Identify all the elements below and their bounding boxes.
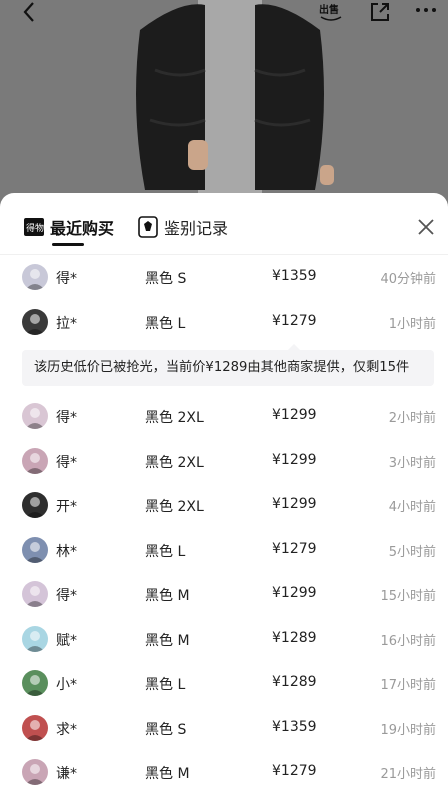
sku-label: 黑色 L (145, 543, 186, 560)
price-label: ¥1279 (272, 312, 317, 329)
buyer-name: 得* (56, 271, 77, 287)
buyer-name: 开* (56, 499, 77, 515)
purchase-row: 小* 黑色 L ¥1289 17小时前 (0, 661, 448, 706)
buyer-name: 得* (56, 454, 77, 471)
chevron-left-icon[interactable] (18, 0, 42, 24)
buyer-name: 谦* (56, 766, 77, 782)
buyer-name: 求* (56, 721, 77, 738)
share-icon[interactable] (368, 0, 392, 24)
price-label: ¥1299 (272, 451, 317, 468)
top-navigation-bar: 出售 (0, 0, 448, 24)
price-label: ¥1299 (272, 585, 317, 601)
close-icon[interactable] (416, 217, 436, 237)
price-label: ¥1279 (272, 763, 317, 779)
purchase-time: 15小时前 (380, 589, 436, 604)
price-label: ¥1289 (272, 674, 317, 690)
buyer-name: 赋* (56, 632, 77, 649)
purchase-time: 17小时前 (380, 678, 436, 693)
receipt-icon: 得物 (24, 218, 44, 236)
purchase-time: 21小时前 (380, 767, 436, 782)
tab-recent-purchases[interactable]: 得物 最近购买 (24, 215, 114, 239)
purchase-row: 谦* 黑色 M ¥1279 21小时前 (0, 750, 448, 795)
buyer-name: 林* (56, 543, 77, 560)
purchase-time: 5小时前 (388, 544, 436, 560)
sku-label: 黑色 L (145, 677, 186, 693)
purchase-time: 1小时前 (388, 316, 436, 332)
buyer-name: 得* (56, 410, 77, 426)
price-notice-wrapper: 该历史低价已被抢光，当前价¥1289由其他商家提供，仅剩15件 (0, 344, 448, 394)
avatar (22, 536, 48, 563)
sku-label: 黑色 M (145, 588, 190, 604)
active-tab-indicator (52, 243, 84, 246)
purchase-time: 4小时前 (388, 500, 436, 515)
sku-label: 黑色 L (145, 315, 186, 332)
price-label: ¥1289 (272, 629, 317, 646)
purchase-row: 拉* 黑色 L ¥1279 1小时前 (0, 300, 448, 345)
purchase-row: 求* 黑色 S ¥1359 19小时前 (0, 706, 448, 751)
buyer-name: 小* (56, 677, 77, 693)
avatar (22, 492, 48, 518)
sheet-tab-bar: 得物 最近购买 鉴别记录 (0, 193, 448, 255)
price-notice: 该历史低价已被抢光，当前价¥1289由其他商家提供，仅剩15件 (22, 344, 434, 386)
sell-label: 出售 (319, 3, 339, 16)
sku-label: 黑色 2XL (145, 499, 204, 515)
buyer-name: 拉* (56, 315, 77, 332)
sku-label: 黑色 S (145, 721, 187, 738)
purchase-time: 16小时前 (380, 633, 436, 649)
purchase-row: 得* 黑色 S ¥1359 40分钟前 (0, 255, 448, 300)
product-image-backdrop (0, 0, 448, 210)
avatar (22, 447, 48, 474)
avatar (22, 403, 48, 429)
tab-label: 鉴别记录 (164, 219, 229, 238)
purchase-time: 40分钟前 (380, 272, 436, 287)
tab-label: 最近购买 (50, 219, 115, 238)
recent-purchases-sheet: 得物 最近购买 鉴别记录 得* 黑色 S ¥1359 40分钟前拉* 黑色 L ¥1279… (0, 193, 448, 800)
buyer-name: 得* (56, 588, 77, 604)
svg-text:得物: 得物 (26, 222, 44, 234)
purchase-time: 19小时前 (380, 722, 436, 738)
purchase-row: 开* 黑色 2XL ¥1299 4小时前 (0, 483, 448, 528)
more-dots-icon[interactable] (414, 0, 438, 24)
avatar (22, 308, 48, 335)
avatar (22, 759, 48, 785)
purchase-row: 得* 黑色 2XL ¥1299 2小时前 (0, 394, 448, 439)
tab-authentication-records[interactable]: 鉴别记录 (138, 215, 228, 239)
authenticate-badge-icon (138, 216, 158, 238)
purchase-time: 3小时前 (388, 455, 436, 471)
avatar (22, 264, 48, 290)
purchase-row: 得* 黑色 2XL ¥1299 3小时前 (0, 439, 448, 484)
purchase-row: 赋* 黑色 M ¥1289 16小时前 (0, 617, 448, 662)
avatar (22, 625, 48, 652)
price-label: ¥1279 (272, 540, 317, 557)
price-label: ¥1359 (272, 718, 317, 735)
sku-label: 黑色 2XL (145, 454, 204, 471)
sku-label: 黑色 M (145, 632, 190, 649)
sell-button[interactable]: 出售 (318, 0, 344, 24)
sku-label: 黑色 2XL (145, 410, 204, 426)
avatar (22, 714, 48, 741)
price-label: ¥1359 (272, 268, 317, 284)
price-label: ¥1299 (272, 496, 317, 512)
purchase-row: 林* 黑色 L ¥1279 5小时前 (0, 528, 448, 573)
avatar (22, 581, 48, 607)
avatar (22, 670, 48, 696)
purchase-list: 得* 黑色 S ¥1359 40分钟前拉* 黑色 L ¥1279 1小时前该历史低价已被抢光… (0, 255, 448, 795)
sku-label: 黑色 M (145, 766, 190, 782)
purchase-time: 2小时前 (388, 411, 436, 426)
sku-label: 黑色 S (145, 271, 187, 287)
purchase-row: 得* 黑色 M ¥1299 15小时前 (0, 572, 448, 617)
product-jacket-image (136, 0, 334, 200)
price-label: ¥1299 (272, 407, 317, 423)
